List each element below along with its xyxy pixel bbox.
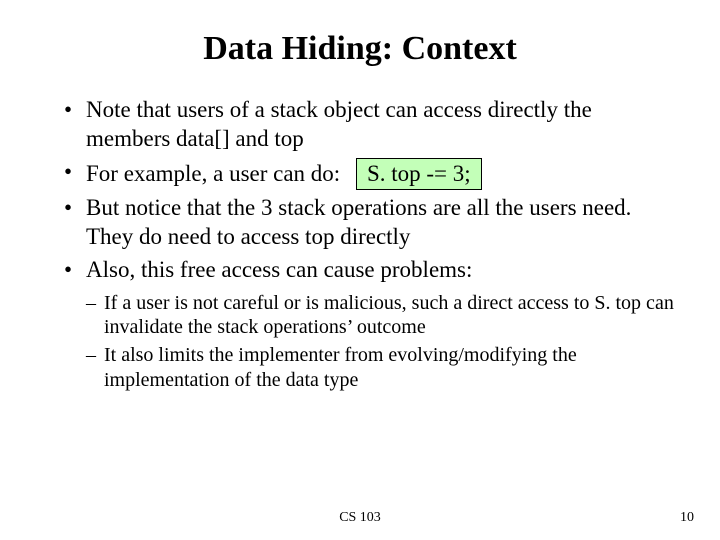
bullet-text: But notice that the 3 stack operations a… <box>86 195 631 249</box>
slide: Data Hiding: Context Note that users of … <box>0 0 720 540</box>
bullet-text: For example, a user can do: <box>86 161 340 186</box>
footer-page-number: 10 <box>680 510 694 526</box>
footer-course: CS 103 <box>0 510 720 526</box>
sub-bullet-item: It also limits the implementer from evol… <box>86 343 680 392</box>
code-snippet-box: S. top -= 3; <box>356 158 482 191</box>
bullet-item: Note that users of a stack object can ac… <box>64 96 680 154</box>
sub-bullet-text: It also limits the implementer from evol… <box>104 344 577 390</box>
slide-title: Data Hiding: Context <box>40 30 680 68</box>
sub-bullet-text: If a user is not careful or is malicious… <box>104 292 674 338</box>
bullet-item: For example, a user can do: S. top -= 3; <box>64 158 680 191</box>
sub-bullet-list: If a user is not careful or is malicious… <box>40 291 680 393</box>
main-bullet-list: Note that users of a stack object can ac… <box>40 96 680 285</box>
bullet-text: Note that users of a stack object can ac… <box>86 97 592 151</box>
bullet-text: Also, this free access can cause problem… <box>86 257 472 282</box>
bullet-item: But notice that the 3 stack operations a… <box>64 194 680 252</box>
bullet-item: Also, this free access can cause problem… <box>64 256 680 285</box>
sub-bullet-item: If a user is not careful or is malicious… <box>86 291 680 340</box>
